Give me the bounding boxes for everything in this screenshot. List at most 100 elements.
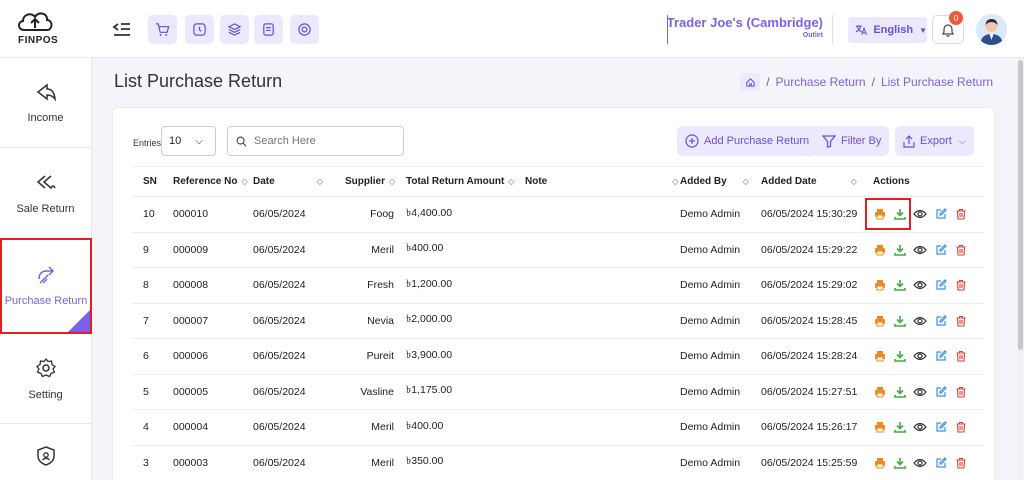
download-icon[interactable]	[893, 456, 906, 469]
document-icon[interactable]	[254, 15, 283, 44]
search-box[interactable]	[227, 126, 404, 156]
column-header-added-date[interactable]: Added Date ◇	[761, 166, 873, 197]
edit-icon[interactable]	[934, 314, 947, 327]
table-row: 8 000008 06/05/2024 Fresh ৳1,200.00 Demo Admi…	[132, 267, 984, 304]
column-header-date[interactable]: Date ◇	[253, 166, 345, 197]
cell-supplier: Pureit	[345, 338, 406, 375]
cell-total-return-amount: ৳3,900.00	[406, 338, 525, 375]
sidebar-item-purchase-return[interactable]: Purchase Return	[0, 238, 92, 334]
print-icon[interactable]	[873, 314, 886, 327]
print-icon[interactable]	[873, 243, 886, 256]
gear-icon	[35, 357, 56, 377]
breadcrumb-link[interactable]: Purchase Return	[776, 75, 866, 89]
cell-date: 06/05/2024	[253, 267, 345, 304]
chevron-down-icon: ▼	[919, 25, 927, 35]
print-icon[interactable]	[873, 279, 886, 292]
edit-icon[interactable]	[934, 279, 947, 292]
notification-bell[interactable]: 0	[932, 11, 964, 44]
view-eye-icon[interactable]	[913, 314, 927, 327]
print-icon[interactable]	[873, 456, 886, 469]
cell-note	[525, 303, 680, 339]
scrollbar-thumb[interactable]	[1018, 60, 1023, 350]
top-header: FINPOS Trader Joe's (Cambridge) Outlet E…	[0, 0, 1024, 58]
entries-select[interactable]: 10 ⌵	[161, 126, 216, 156]
cell-added-by: Demo Admin	[680, 267, 761, 304]
cell-note	[525, 338, 680, 375]
export-button[interactable]: Export ⌵	[895, 126, 974, 156]
download-icon[interactable]	[893, 385, 906, 398]
cell-total-return-amount: ৳2,000.00	[406, 303, 525, 339]
delete-icon[interactable]	[954, 456, 967, 469]
store-info[interactable]: Trader Joe's (Cambridge) Outlet	[667, 15, 833, 44]
print-icon[interactable]	[873, 421, 886, 434]
sidebar-item-setting[interactable]: Setting	[0, 334, 91, 424]
delete-icon[interactable]	[954, 385, 967, 398]
cell-total-return-amount: ৳1,175.00	[406, 374, 525, 410]
download-icon[interactable]	[893, 279, 906, 292]
clock-icon[interactable]	[185, 15, 214, 44]
column-header-note[interactable]: Note ◇	[525, 166, 680, 197]
target-icon[interactable]	[290, 15, 319, 44]
delete-icon[interactable]	[954, 421, 967, 434]
chevron-down-icon: ⌵	[195, 135, 203, 147]
plus-circle-icon	[685, 134, 699, 148]
edit-icon[interactable]	[934, 350, 947, 363]
download-icon[interactable]	[893, 243, 906, 256]
edit-icon[interactable]	[934, 385, 947, 398]
cell-supplier: Meril	[345, 232, 406, 268]
edit-icon[interactable]	[934, 243, 947, 256]
layers-icon[interactable]	[220, 15, 249, 44]
home-icon[interactable]	[740, 73, 761, 91]
delete-icon[interactable]	[954, 350, 967, 363]
download-icon[interactable]	[893, 314, 906, 327]
cart-icon[interactable]	[148, 15, 177, 44]
delete-icon[interactable]	[954, 243, 967, 256]
edit-icon[interactable]	[934, 421, 947, 434]
edit-icon[interactable]	[934, 208, 947, 221]
cell-total-return-amount: ৳4,400.00	[406, 196, 525, 233]
filter-by-button[interactable]: Filter By	[814, 126, 890, 156]
sidebar-item-user-security[interactable]	[0, 425, 91, 480]
print-icon[interactable]	[873, 385, 886, 398]
shield-user-icon	[36, 446, 55, 466]
column-header-added-by[interactable]: Added By ◇	[680, 166, 761, 197]
view-eye-icon[interactable]	[913, 421, 927, 434]
column-header-reference-no[interactable]: Reference No ◇	[173, 166, 253, 197]
add-purchase-return-button[interactable]: Add Purchase Return	[677, 126, 818, 156]
cell-actions	[873, 303, 984, 339]
cell-sn: 8	[132, 267, 173, 304]
view-eye-icon[interactable]	[913, 208, 927, 221]
cell-added-by: Demo Admin	[680, 338, 761, 375]
page-scrollbar[interactable]	[1017, 58, 1024, 480]
cell-sn: 6	[132, 338, 173, 375]
download-icon[interactable]	[893, 421, 906, 434]
search-input[interactable]	[254, 135, 394, 147]
delete-icon[interactable]	[954, 279, 967, 292]
table-row: 4 000004 06/05/2024 Meril ৳400.00 Demo Admin 0…	[132, 409, 984, 446]
view-eye-icon[interactable]	[913, 243, 927, 256]
column-header-total-return-amount[interactable]: Total Return Amount ◇	[406, 166, 525, 197]
sidebar-item-sale-return[interactable]: Sale Return	[0, 149, 91, 239]
print-icon[interactable]	[873, 350, 886, 363]
cell-reference-no: 000008	[173, 267, 253, 304]
view-eye-icon[interactable]	[913, 456, 927, 469]
delete-icon[interactable]	[954, 208, 967, 221]
search-icon	[236, 136, 247, 146]
edit-icon[interactable]	[934, 456, 947, 469]
language-select[interactable]: English ▼	[848, 17, 927, 43]
finpos-logo[interactable]: FINPOS	[14, 8, 58, 48]
breadcrumb-current: List Purchase Return	[880, 75, 993, 89]
column-header-sn[interactable]: SN	[132, 166, 173, 197]
view-eye-icon[interactable]	[913, 385, 927, 398]
download-icon[interactable]	[893, 350, 906, 363]
delete-icon[interactable]	[954, 314, 967, 327]
table-row: 5 000005 06/05/2024 Vasline ৳1,175.00 Demo Ad…	[132, 374, 984, 410]
column-header-supplier[interactable]: Supplier ◇	[345, 166, 406, 197]
cell-added-by: Demo Admin	[680, 303, 761, 339]
sidebar-item-income[interactable]: Income	[0, 58, 91, 148]
menu-toggle-icon[interactable]	[112, 20, 132, 38]
view-eye-icon[interactable]	[913, 279, 927, 292]
avatar[interactable]	[976, 14, 1007, 45]
view-eye-icon[interactable]	[913, 350, 927, 363]
cell-date: 06/05/2024	[253, 445, 345, 480]
